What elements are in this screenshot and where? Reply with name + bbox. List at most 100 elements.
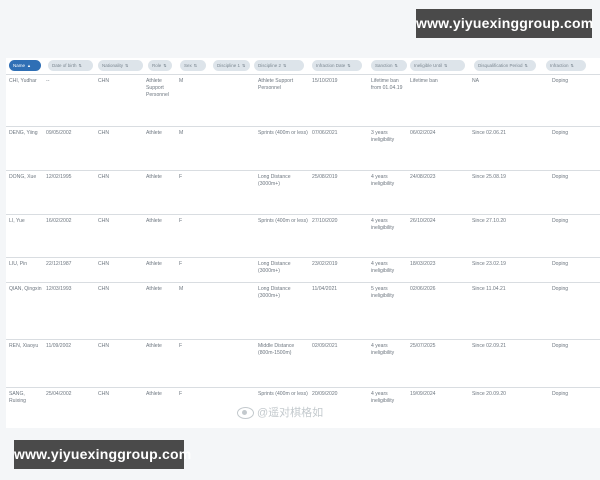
column-header-label: Infraction bbox=[550, 63, 569, 68]
table-cell-date-of-birth: 09/05/2002 bbox=[46, 130, 72, 136]
table-row[interactable]: DENG, Yiing 09/05/2002 CHN Athlete M Sprints … bbox=[6, 126, 600, 171]
table-cell-ineligible-until: Lifetime ban bbox=[410, 78, 438, 84]
table-cell-role: Athlete bbox=[146, 174, 162, 180]
table-cell-sanction: Lifetime ban from 01.04.19 bbox=[371, 78, 403, 91]
table-header-row: Name ▲ Date of birth ⇅ Nationality ⇅ Role ⇅ Sex ⇅… bbox=[6, 58, 600, 74]
table-cell-sex: M bbox=[179, 78, 184, 84]
table-cell-infraction: Doping bbox=[552, 261, 569, 267]
column-header-sanction[interactable]: Sanction ⇅ bbox=[371, 60, 407, 71]
table-cell-sanction: 4 years ineligibility bbox=[371, 261, 395, 274]
column-header-label: Disqualification Period bbox=[478, 63, 523, 68]
table-cell-infraction-date: 15/10/2019 bbox=[312, 78, 338, 84]
table-cell-name: LI, Yue bbox=[9, 218, 25, 224]
table-cell-infraction: Doping bbox=[552, 130, 569, 136]
table-cell-role: Athlete bbox=[146, 261, 162, 267]
table-cell-nationality: CHN bbox=[98, 343, 110, 349]
table-cell-date-of-birth: 22/12/1987 bbox=[46, 261, 72, 267]
table-row[interactable]: LIU, Pin 22/12/1987 CHN Athlete F Long Distan… bbox=[6, 257, 600, 283]
column-header-label: Role bbox=[152, 63, 162, 68]
table-cell-ineligible-until: 19/09/2024 bbox=[410, 391, 436, 397]
table-cell-infraction-date: 20/09/2020 bbox=[312, 391, 338, 397]
table-cell-ineligible-until: 06/02/2024 bbox=[410, 130, 436, 136]
table-row[interactable]: REN, Xiaoyu 11/09/2002 CHN Athlete F Middle D… bbox=[6, 339, 600, 388]
table-cell-disqualification-period: Since 02.09.21 bbox=[472, 343, 506, 349]
table-cell-sanction: 4 years ineligibility bbox=[371, 174, 395, 187]
table-cell-infraction: Doping bbox=[552, 343, 569, 349]
table-cell-sanction: 4 years ineligibility bbox=[371, 391, 395, 404]
table-cell-ineligible-until: 24/08/2023 bbox=[410, 174, 436, 180]
column-header-discipline-1[interactable]: Discipline 1 ⇅ bbox=[213, 60, 250, 71]
table-row[interactable]: CHI, Yudhar -- CHN Athlete Support Personne… bbox=[6, 74, 600, 127]
table-cell-disqualification-period: Since 23.02.19 bbox=[472, 261, 506, 267]
table-cell-sanction: 5 years ineligibility bbox=[371, 286, 395, 299]
column-header-ineligible-until[interactable]: Ineligible Until ⇅ bbox=[410, 60, 465, 71]
table-cell-discipline-2: Sprints (400m or less) bbox=[258, 218, 308, 224]
column-header-label: Infraction Date bbox=[316, 63, 346, 68]
table-cell-sanction: 4 years ineligibility bbox=[371, 343, 395, 356]
column-header-label: Name bbox=[13, 63, 26, 68]
table-cell-disqualification-period: Since 25.08.19 bbox=[472, 174, 506, 180]
sort-icon: ⇅ bbox=[193, 63, 198, 68]
sort-icon: ⇅ bbox=[283, 63, 287, 68]
table-cell-disqualification-period: Since 11.04.21 bbox=[472, 286, 506, 292]
table-cell-infraction: Doping bbox=[552, 78, 569, 84]
column-header-disqualification-period[interactable]: Disqualification Period ⇅ bbox=[474, 60, 536, 71]
sort-up-icon: ▲ bbox=[27, 63, 31, 68]
table-cell-sex: F bbox=[179, 343, 183, 349]
column-header-role[interactable]: Role ⇅ bbox=[148, 60, 172, 71]
table-cell-sex: M bbox=[179, 130, 184, 136]
table-cell-disqualification-period: NA bbox=[472, 78, 480, 84]
watermark-top: www.yiyuexinggroup.com bbox=[416, 9, 593, 38]
column-header-discipline-2[interactable]: Discipline 2 ⇅ bbox=[254, 60, 304, 71]
table-cell-nationality: CHN bbox=[98, 218, 110, 224]
table-cell-disqualification-period: Since 02.06.21 bbox=[472, 130, 506, 136]
column-header-name[interactable]: Name ▲ bbox=[9, 60, 41, 71]
column-header-infraction[interactable]: Infraction ⇅ bbox=[546, 60, 586, 71]
table-row[interactable]: DONG, Xue 12/02/1995 CHN Athlete F Long Dista… bbox=[6, 170, 600, 215]
table-cell-infraction: Doping bbox=[552, 218, 569, 224]
table-cell-name: LIU, Pin bbox=[9, 261, 28, 267]
table-cell-ineligible-until: 18/03/2023 bbox=[410, 261, 436, 267]
table-cell-nationality: CHN bbox=[98, 391, 110, 397]
table-cell-infraction-date: 02/09/2021 bbox=[312, 343, 338, 349]
table-cell-role: Athlete bbox=[146, 286, 162, 292]
table-row[interactable]: QIAN, Qingxin 12/03/1993 CHN Athlete M Long D… bbox=[6, 282, 600, 340]
column-header-label: Sanction bbox=[375, 63, 393, 68]
column-header-sex[interactable]: Sex ⇅ bbox=[180, 60, 206, 71]
column-header-label: Sex bbox=[184, 63, 192, 68]
table-cell-disqualification-period: Since 20.09.20 bbox=[472, 391, 506, 397]
column-header-date-of-birth[interactable]: Date of birth ⇅ bbox=[48, 60, 93, 71]
table-cell-sex: F bbox=[179, 261, 183, 267]
table-cell-role: Athlete Support Personnel bbox=[146, 78, 169, 98]
table-cell-nationality: CHN bbox=[98, 78, 110, 84]
table-cell-sanction: 4 years ineligibility bbox=[371, 218, 395, 231]
column-header-label: Ineligible Until bbox=[414, 63, 443, 68]
sort-icon: ⇅ bbox=[125, 63, 129, 68]
table-cell-date-of-birth: 12/03/1993 bbox=[46, 286, 72, 292]
table-cell-date-of-birth: -- bbox=[46, 78, 50, 84]
table-row[interactable]: LI, Yue 16/02/2002 CHN Athlete F Sprints (400… bbox=[6, 214, 600, 258]
table-cell-name: REN, Xiaoyu bbox=[9, 343, 39, 349]
table-cell-discipline-2: Long Distance (3000m+) bbox=[258, 174, 291, 187]
table-cell-infraction: Doping bbox=[552, 174, 569, 180]
table-cell-sex: F bbox=[179, 218, 183, 224]
sort-icon: ⇅ bbox=[78, 63, 82, 68]
table-cell-infraction-date: 11/04/2021 bbox=[312, 286, 338, 292]
table-cell-name: SANG, Ruixing bbox=[9, 391, 26, 404]
sort-icon: ⇅ bbox=[524, 63, 528, 68]
column-header-nationality[interactable]: Nationality ⇅ bbox=[98, 60, 143, 71]
table-cell-infraction-date: 27/10/2020 bbox=[312, 218, 338, 224]
table-cell-infraction-date: 25/08/2019 bbox=[312, 174, 338, 180]
table-cell-sex: F bbox=[179, 174, 183, 180]
table-cell-name: CHI, Yudhar bbox=[9, 78, 37, 84]
column-header-infraction-date[interactable]: Infraction Date ⇅ bbox=[312, 60, 362, 71]
table-cell-role: Athlete bbox=[146, 391, 162, 397]
table-cell-discipline-2: Athlete Support Personnel bbox=[258, 78, 294, 91]
table-cell-ineligible-until: 02/06/2026 bbox=[410, 286, 436, 292]
watermark-bottom: www.yiyuexinggroup.com bbox=[14, 440, 191, 469]
sort-icon: ⇅ bbox=[163, 63, 167, 68]
screenshot-canvas: www.yiyuexinggroup.com Name ▲ Date of birt… bbox=[0, 0, 600, 480]
overlay-watermark: @遥对棋格如 bbox=[237, 404, 369, 422]
sort-icon: ⇅ bbox=[242, 63, 246, 68]
table-cell-infraction-date: 07/06/2021 bbox=[312, 130, 338, 136]
